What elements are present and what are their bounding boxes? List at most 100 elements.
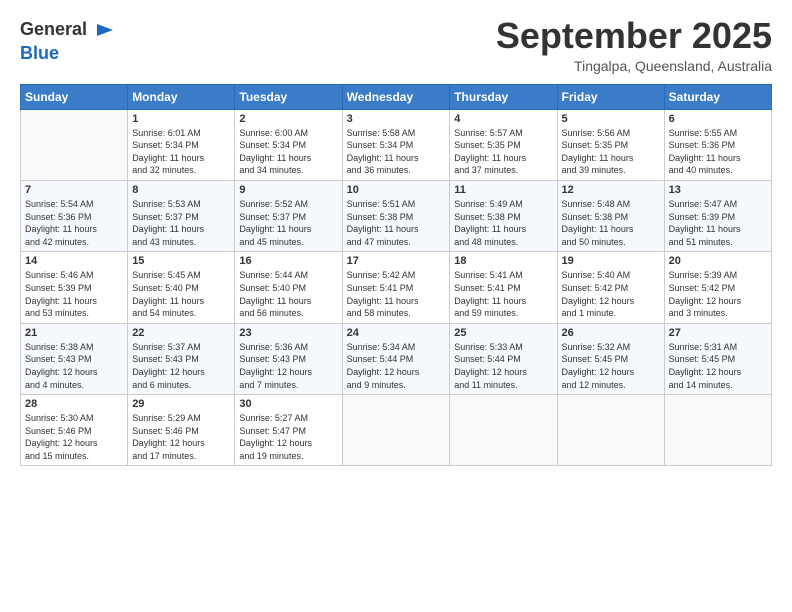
title-block: September 2025 Tingalpa, Queensland, Aus… <box>496 16 772 74</box>
logo-general-text: General <box>20 20 87 40</box>
day-number: 1 <box>132 113 230 125</box>
day-number: 18 <box>454 255 552 267</box>
day-number: 23 <box>239 327 337 339</box>
calendar-day-cell: 26 Sunrise: 5:32 AMSunset: 5:45 PMDayligh… <box>557 323 664 394</box>
calendar-day-cell <box>664 395 771 466</box>
calendar-day-cell: 20 Sunrise: 5:39 AMSunset: 5:42 PMDayligh… <box>664 252 771 323</box>
day-number: 10 <box>347 184 446 196</box>
location: Tingalpa, Queensland, Australia <box>496 58 772 74</box>
calendar-day-cell: 18 Sunrise: 5:41 AMSunset: 5:41 PMDayligh… <box>450 252 557 323</box>
day-info: Sunrise: 5:53 AMSunset: 5:37 PMDaylight:… <box>132 198 230 248</box>
day-info: Sunrise: 5:44 AMSunset: 5:40 PMDaylight:… <box>239 269 337 319</box>
calendar-day-cell: 10 Sunrise: 5:51 AMSunset: 5:38 PMDayligh… <box>342 180 450 251</box>
calendar-day-cell: 11 Sunrise: 5:49 AMSunset: 5:38 PMDayligh… <box>450 180 557 251</box>
calendar-day-cell: 16 Sunrise: 5:44 AMSunset: 5:40 PMDayligh… <box>235 252 342 323</box>
day-info: Sunrise: 5:27 AMSunset: 5:47 PMDaylight:… <box>239 412 337 462</box>
day-number: 16 <box>239 255 337 267</box>
calendar-day-cell: 17 Sunrise: 5:42 AMSunset: 5:41 PMDayligh… <box>342 252 450 323</box>
day-info: Sunrise: 5:40 AMSunset: 5:42 PMDaylight:… <box>562 269 660 319</box>
calendar-day-cell: 12 Sunrise: 5:48 AMSunset: 5:38 PMDayligh… <box>557 180 664 251</box>
day-info: Sunrise: 5:41 AMSunset: 5:41 PMDaylight:… <box>454 269 552 319</box>
month-title: September 2025 <box>496 16 772 56</box>
day-info: Sunrise: 5:47 AMSunset: 5:39 PMDaylight:… <box>669 198 767 248</box>
calendar-day-cell: 28 Sunrise: 5:30 AMSunset: 5:46 PMDayligh… <box>21 395 128 466</box>
calendar-day-cell: 13Sunrise: 5:47 AMSunset: 5:39 PMDayligh… <box>664 180 771 251</box>
day-info: Sunrise: 5:46 AMSunset: 5:39 PMDaylight:… <box>25 269 123 319</box>
day-info: Sunrise: 5:33 AMSunset: 5:44 PMDaylight:… <box>454 341 552 391</box>
calendar-week-row: 21Sunrise: 5:38 AMSunset: 5:43 PMDayligh… <box>21 323 772 394</box>
page: General Blue September 2025 Tingalpa, Qu… <box>0 0 792 612</box>
day-number: 28 <box>25 398 123 410</box>
calendar-day-cell: 7Sunrise: 5:54 AMSunset: 5:36 PMDaylight… <box>21 180 128 251</box>
calendar-day-cell <box>342 395 450 466</box>
logo: General Blue <box>20 16 119 64</box>
day-info: Sunrise: 5:52 AMSunset: 5:37 PMDaylight:… <box>239 198 337 248</box>
calendar-day-cell: 5Sunrise: 5:56 AMSunset: 5:35 PMDaylight… <box>557 109 664 180</box>
calendar-week-row: 14 Sunrise: 5:46 AMSunset: 5:39 PMDayligh… <box>21 252 772 323</box>
day-number: 24 <box>347 327 446 339</box>
header: General Blue September 2025 Tingalpa, Qu… <box>20 16 772 74</box>
calendar-day-cell: 25 Sunrise: 5:33 AMSunset: 5:44 PMDayligh… <box>450 323 557 394</box>
day-number: 20 <box>669 255 767 267</box>
day-number: 11 <box>454 184 552 196</box>
day-number: 15 <box>132 255 230 267</box>
day-number: 30 <box>239 398 337 410</box>
day-info: Sunrise: 5:30 AMSunset: 5:46 PMDaylight:… <box>25 412 123 462</box>
day-info: Sunrise: 5:39 AMSunset: 5:42 PMDaylight:… <box>669 269 767 319</box>
calendar-week-row: 1 Sunrise: 6:01 AMSunset: 5:34 PMDaylight… <box>21 109 772 180</box>
day-number: 26 <box>562 327 660 339</box>
day-number: 17 <box>347 255 446 267</box>
calendar-day-cell: 4 Sunrise: 5:57 AMSunset: 5:35 PMDaylight… <box>450 109 557 180</box>
day-info: Sunrise: 5:36 AMSunset: 5:43 PMDaylight:… <box>239 341 337 391</box>
day-info: Sunrise: 5:42 AMSunset: 5:41 PMDaylight:… <box>347 269 446 319</box>
calendar-day-cell: 29 Sunrise: 5:29 AMSunset: 5:46 PMDayligh… <box>128 395 235 466</box>
day-number: 22 <box>132 327 230 339</box>
calendar-day-cell: 30 Sunrise: 5:27 AMSunset: 5:47 PMDayligh… <box>235 395 342 466</box>
day-number: 6 <box>669 113 767 125</box>
calendar-day-header: Saturday <box>664 84 771 109</box>
day-number: 4 <box>454 113 552 125</box>
calendar-day-cell: 8 Sunrise: 5:53 AMSunset: 5:37 PMDaylight… <box>128 180 235 251</box>
calendar-day-header: Friday <box>557 84 664 109</box>
day-number: 27 <box>669 327 767 339</box>
calendar-week-row: 28 Sunrise: 5:30 AMSunset: 5:46 PMDayligh… <box>21 395 772 466</box>
day-info: Sunrise: 5:48 AMSunset: 5:38 PMDaylight:… <box>562 198 660 248</box>
day-info: Sunrise: 5:29 AMSunset: 5:46 PMDaylight:… <box>132 412 230 462</box>
day-number: 8 <box>132 184 230 196</box>
day-number: 2 <box>239 113 337 125</box>
day-number: 9 <box>239 184 337 196</box>
calendar-table: SundayMondayTuesdayWednesdayThursdayFrid… <box>20 84 772 467</box>
calendar-day-cell: 14 Sunrise: 5:46 AMSunset: 5:39 PMDayligh… <box>21 252 128 323</box>
calendar-day-cell: 22 Sunrise: 5:37 AMSunset: 5:43 PMDayligh… <box>128 323 235 394</box>
calendar-day-cell: 23 Sunrise: 5:36 AMSunset: 5:43 PMDayligh… <box>235 323 342 394</box>
day-info: Sunrise: 5:31 AMSunset: 5:45 PMDaylight:… <box>669 341 767 391</box>
calendar-week-row: 7Sunrise: 5:54 AMSunset: 5:36 PMDaylight… <box>21 180 772 251</box>
day-info: Sunrise: 5:57 AMSunset: 5:35 PMDaylight:… <box>454 127 552 177</box>
day-info: Sunrise: 5:49 AMSunset: 5:38 PMDaylight:… <box>454 198 552 248</box>
calendar-day-cell <box>450 395 557 466</box>
day-info: Sunrise: 5:32 AMSunset: 5:45 PMDaylight:… <box>562 341 660 391</box>
logo-blue-text: Blue <box>20 43 59 63</box>
calendar-day-header: Wednesday <box>342 84 450 109</box>
calendar-day-cell: 1 Sunrise: 6:01 AMSunset: 5:34 PMDaylight… <box>128 109 235 180</box>
day-info: Sunrise: 5:54 AMSunset: 5:36 PMDaylight:… <box>25 198 123 248</box>
calendar-day-cell: 6 Sunrise: 5:55 AMSunset: 5:36 PMDaylight… <box>664 109 771 180</box>
day-number: 14 <box>25 255 123 267</box>
calendar-day-cell: 21Sunrise: 5:38 AMSunset: 5:43 PMDayligh… <box>21 323 128 394</box>
calendar-day-cell: 2 Sunrise: 6:00 AMSunset: 5:34 PMDaylight… <box>235 109 342 180</box>
day-number: 21 <box>25 327 123 339</box>
day-info: Sunrise: 6:01 AMSunset: 5:34 PMDaylight:… <box>132 127 230 177</box>
day-number: 5 <box>562 113 660 125</box>
calendar-day-cell: 3Sunrise: 5:58 AMSunset: 5:34 PMDaylight… <box>342 109 450 180</box>
day-info: Sunrise: 5:45 AMSunset: 5:40 PMDaylight:… <box>132 269 230 319</box>
day-number: 12 <box>562 184 660 196</box>
day-info: Sunrise: 6:00 AMSunset: 5:34 PMDaylight:… <box>239 127 337 177</box>
day-info: Sunrise: 5:51 AMSunset: 5:38 PMDaylight:… <box>347 198 446 248</box>
day-number: 25 <box>454 327 552 339</box>
calendar-day-header: Thursday <box>450 84 557 109</box>
day-number: 19 <box>562 255 660 267</box>
day-info: Sunrise: 5:34 AMSunset: 5:44 PMDaylight:… <box>347 341 446 391</box>
day-info: Sunrise: 5:55 AMSunset: 5:36 PMDaylight:… <box>669 127 767 177</box>
day-number: 29 <box>132 398 230 410</box>
day-info: Sunrise: 5:37 AMSunset: 5:43 PMDaylight:… <box>132 341 230 391</box>
